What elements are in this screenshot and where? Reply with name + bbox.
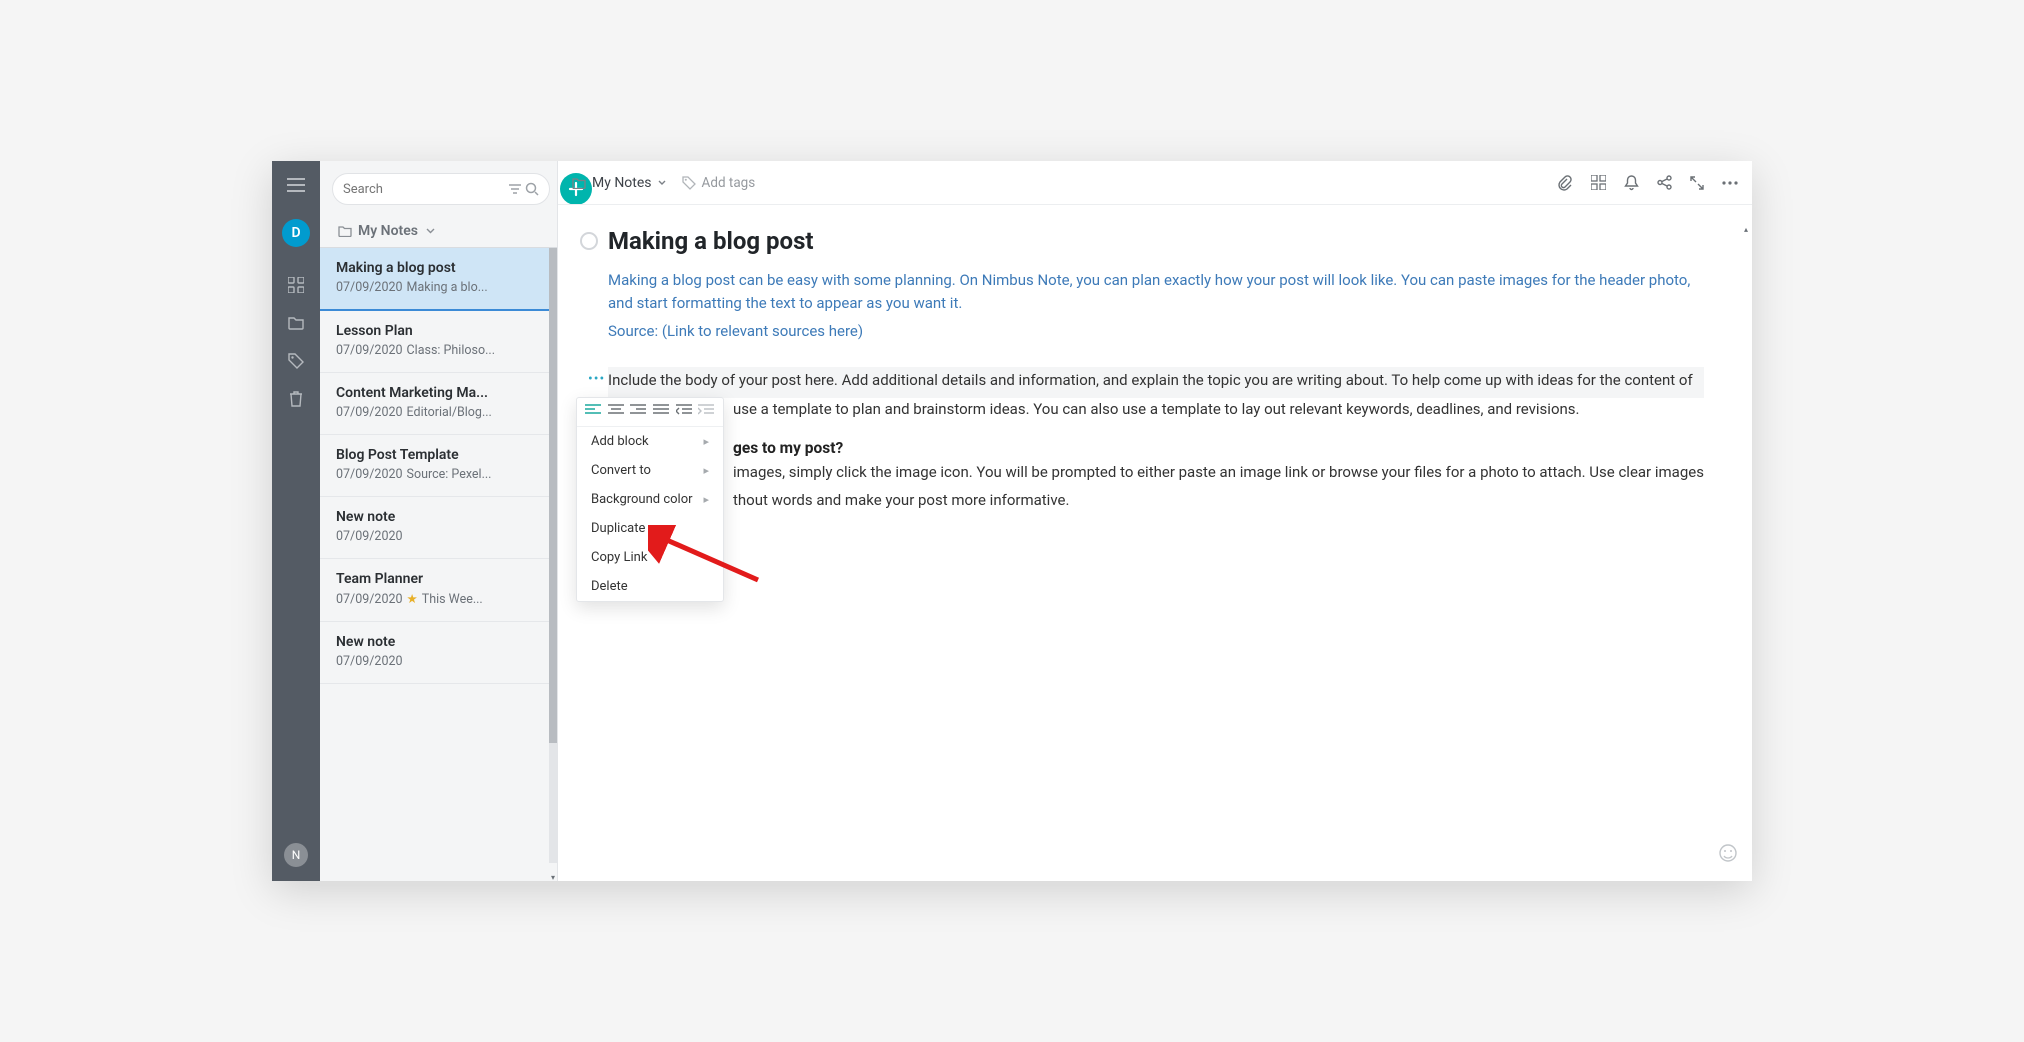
body2-line2[interactable]: thout words and make your post more info… [733, 489, 1704, 512]
title-row: Making a blog post [580, 227, 1704, 255]
note-item-3[interactable]: Blog Post Template 07/09/2020 Source: Pe… [320, 435, 557, 497]
checkbox-icon[interactable] [580, 232, 598, 250]
notes-list[interactable]: Making a blog post 07/09/2020 Making a b… [320, 248, 557, 881]
note-meta: 07/09/2020 Source: Pexel... [336, 467, 541, 482]
chevron-right-icon: ▸ [703, 435, 709, 448]
menu-icon[interactable] [286, 175, 306, 195]
note-title: New note [336, 634, 541, 650]
page-title[interactable]: Making a blog post [608, 227, 814, 255]
apps-icon[interactable] [286, 275, 306, 295]
ctx-add-block[interactable]: Add block▸ [577, 427, 723, 456]
source-line[interactable]: Source: (Link to relevant sources here) [608, 320, 1704, 343]
chevron-right-icon: ▸ [703, 464, 709, 477]
attach-icon[interactable] [1557, 175, 1573, 191]
main-pane: My Notes Add tags Making a blog post [558, 161, 1752, 881]
sidebar: My Notes Making a blog post 07/09/2020 M… [320, 161, 558, 881]
left-rail: D N [272, 161, 320, 881]
note-item-5[interactable]: Team Planner 07/09/2020 ★ This Wee... [320, 559, 557, 622]
chevron-right-icon: ▸ [703, 493, 709, 506]
search-icons [509, 182, 539, 196]
bell-icon[interactable] [1624, 175, 1639, 191]
sidebar-top [320, 161, 557, 215]
folder-label: My Notes [358, 223, 418, 239]
add-tags-button[interactable]: Add tags [682, 175, 756, 191]
alignment-row [577, 398, 723, 427]
body2-line1[interactable]: images, simply click the image icon. You… [733, 461, 1704, 484]
note-item-2[interactable]: Content Marketing Ma... 07/09/2020 Edito… [320, 373, 557, 435]
document-content[interactable]: Making a blog post Making a blog post ca… [558, 205, 1752, 881]
chevron-down-icon [426, 228, 435, 234]
filter-icon[interactable] [509, 184, 521, 194]
align-right-icon[interactable] [630, 404, 647, 420]
search-input[interactable] [343, 182, 509, 197]
align-justify-icon[interactable] [653, 404, 670, 420]
body-text-line1[interactable]: Include the body of your post here. Add … [608, 369, 1704, 392]
search-input-wrapper[interactable] [332, 173, 550, 205]
tag-icon[interactable] [286, 351, 306, 371]
feedback-icon[interactable] [1718, 843, 1738, 867]
grid-icon[interactable] [1591, 175, 1606, 190]
note-title: Blog Post Template [336, 447, 541, 463]
ctx-duplicate[interactable]: Duplicate [577, 514, 723, 543]
note-meta: 07/09/2020 ★ This Wee... [336, 591, 541, 607]
note-title: Content Marketing Ma... [336, 385, 541, 401]
scrollbar-thumb[interactable] [549, 248, 557, 743]
note-item-1[interactable]: Lesson Plan 07/09/2020 Class: Philoso... [320, 311, 557, 373]
folder-selector[interactable]: My Notes [320, 215, 557, 248]
note-title: Lesson Plan [336, 323, 541, 339]
folder-icon[interactable] [286, 313, 306, 333]
breadcrumb[interactable]: My Notes [572, 175, 666, 191]
note-meta: 07/09/2020 Editorial/Blog... [336, 405, 541, 420]
indent-decrease-icon[interactable] [676, 404, 693, 420]
note-title: Team Planner [336, 571, 541, 587]
body-text-line2[interactable]: use a template to plan and brainstorm id… [733, 398, 1704, 421]
folder-small-icon [338, 225, 352, 237]
ctx-copy-link[interactable]: Copy Link [577, 543, 723, 572]
user-avatar[interactable]: D [282, 219, 310, 247]
main-toolbar: My Notes Add tags [558, 161, 1752, 205]
more-icon[interactable] [1722, 181, 1738, 185]
secondary-avatar[interactable]: N [284, 843, 308, 867]
block-handle-icon[interactable]: ••• [588, 371, 605, 387]
ctx-delete[interactable]: Delete [577, 572, 723, 601]
add-tags-label: Add tags [702, 175, 756, 191]
folder-small-icon [572, 177, 586, 189]
note-meta: 07/09/2020 [336, 529, 541, 544]
note-meta: 07/09/2020 Making a blo... [336, 280, 541, 295]
block-context-menu: Add block▸ Convert to▸ Background color▸… [576, 397, 724, 602]
scroll-arrow-up-icon[interactable]: ▴ [1744, 225, 1752, 233]
align-center-icon[interactable] [608, 404, 625, 420]
star-icon: ★ [407, 591, 418, 607]
subheading[interactable]: ges to my post? [733, 439, 1704, 457]
note-title: New note [336, 509, 541, 525]
ctx-bg-color[interactable]: Background color▸ [577, 485, 723, 514]
align-left-icon[interactable] [585, 404, 602, 420]
ctx-convert-to[interactable]: Convert to▸ [577, 456, 723, 485]
sidebar-scrollbar[interactable] [549, 248, 557, 863]
chevron-down-icon [658, 180, 666, 186]
search-icon[interactable] [525, 182, 539, 196]
toolbar-actions [1557, 175, 1738, 191]
trash-icon[interactable] [286, 389, 306, 409]
note-meta: 07/09/2020 Class: Philoso... [336, 343, 541, 358]
note-item-0[interactable]: Making a blog post 07/09/2020 Making a b… [320, 248, 557, 311]
share-icon[interactable] [1657, 175, 1672, 190]
note-item-6[interactable]: New note 07/09/2020 [320, 622, 557, 684]
breadcrumb-label: My Notes [592, 175, 652, 191]
intro-paragraph[interactable]: Making a blog post can be easy with some… [608, 269, 1704, 316]
scroll-arrow-down-icon[interactable]: ▾ [549, 873, 557, 881]
tag-icon [682, 176, 696, 190]
indent-increase-icon[interactable] [698, 404, 715, 420]
note-item-4[interactable]: New note 07/09/2020 [320, 497, 557, 559]
expand-icon[interactable] [1690, 176, 1704, 190]
note-meta: 07/09/2020 [336, 654, 541, 669]
note-title: Making a blog post [336, 260, 541, 276]
selected-block[interactable]: ••• Include the body of your post here. … [608, 367, 1704, 398]
app-window: D N [272, 161, 1752, 881]
